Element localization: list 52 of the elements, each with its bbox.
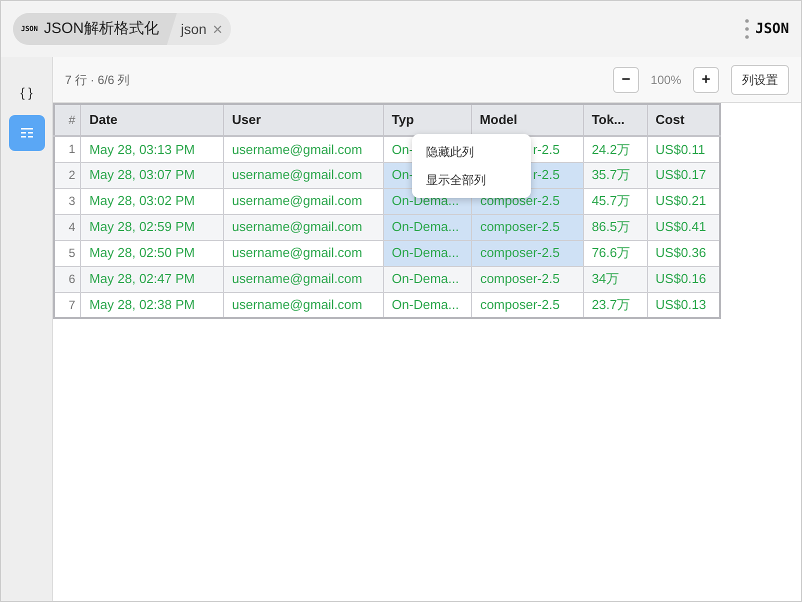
table-cell: On-Dema... xyxy=(383,240,472,266)
zoom-out-button[interactable]: − xyxy=(613,66,639,92)
row-number: 5 xyxy=(54,240,81,266)
table-cell: username@gmail.com xyxy=(224,162,384,188)
table-summary: 7 行 · 6/6 列 xyxy=(65,72,130,88)
table-cell: On-Dema... xyxy=(383,214,472,240)
table-cell: composer-2.5 xyxy=(471,214,584,240)
table-icon xyxy=(20,128,32,138)
table-cell: 45.7万 xyxy=(583,188,648,214)
table-cell: username@gmail.com xyxy=(224,266,384,292)
tab-title: JSON解析格式化 xyxy=(44,18,159,39)
brand-logo: JSON xyxy=(755,20,789,38)
json-view-button[interactable]: { } xyxy=(8,75,44,111)
table-cell: 76.6万 xyxy=(583,240,648,266)
table-cell: 24.2万 xyxy=(583,136,648,162)
table-cell: US$0.41 xyxy=(647,214,720,240)
table-cell: 34万 xyxy=(583,266,648,292)
row-number: 3 xyxy=(54,188,81,214)
table-cell: On-Dema... xyxy=(383,266,472,292)
table-cell: May 28, 02:50 PM xyxy=(80,240,224,266)
table-view-button[interactable] xyxy=(8,115,44,151)
column-header[interactable]: Typ xyxy=(383,104,472,136)
row-number: 4 xyxy=(54,214,81,240)
more-icon[interactable] xyxy=(745,19,750,39)
table-cell: May 28, 03:07 PM xyxy=(80,162,224,188)
table-cell: 86.5万 xyxy=(583,214,648,240)
column-header[interactable]: Cost xyxy=(647,104,720,136)
table-cell: May 28, 03:13 PM xyxy=(80,136,224,162)
table-cell: May 28, 02:59 PM xyxy=(80,214,224,240)
column-settings-button[interactable]: 列设置 xyxy=(731,64,789,94)
table-cell: composer-2.5 xyxy=(471,240,584,266)
table-cell: US$0.17 xyxy=(647,162,720,188)
table-cell: May 28, 03:02 PM xyxy=(80,188,224,214)
table-cell: username@gmail.com xyxy=(224,188,384,214)
table-cell: 35.7万 xyxy=(583,162,648,188)
table-cell: username@gmail.com xyxy=(224,136,384,162)
column-header[interactable]: Model xyxy=(471,104,584,136)
table-cell: US$0.16 xyxy=(647,266,720,292)
zoom-in-button[interactable]: + xyxy=(693,66,719,92)
table-cell: May 28, 02:47 PM xyxy=(80,266,224,292)
row-number: 6 xyxy=(54,266,81,292)
table-cell: username@gmail.com xyxy=(224,214,384,240)
tab-subtitle: json xyxy=(180,20,207,39)
row-number: 1 xyxy=(54,136,81,162)
zoom-level: 100% xyxy=(650,72,682,88)
row-number: 2 xyxy=(54,162,81,188)
column-header[interactable]: Tok... xyxy=(583,104,648,136)
column-header[interactable]: Date xyxy=(80,104,224,136)
column-header[interactable]: # xyxy=(54,104,81,136)
column-header[interactable]: User xyxy=(224,104,384,136)
table-cell: username@gmail.com xyxy=(224,240,384,266)
table-cell: composer-2.5 xyxy=(471,266,584,292)
